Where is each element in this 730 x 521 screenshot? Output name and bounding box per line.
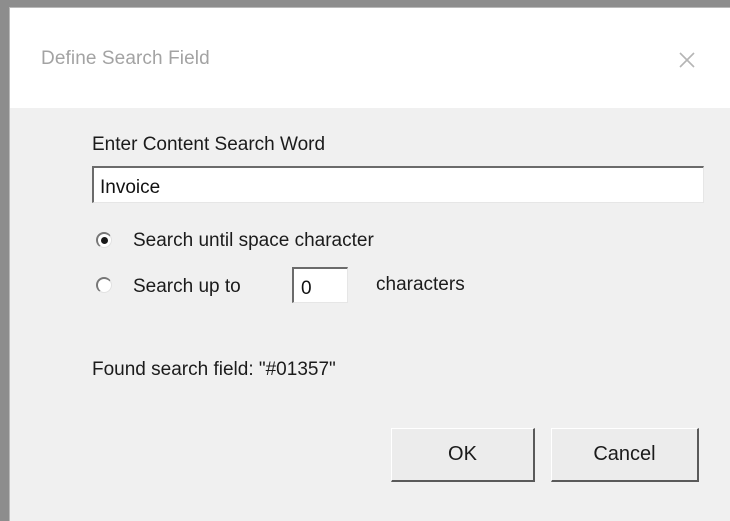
- search-word-input[interactable]: [92, 166, 704, 203]
- found-search-field-text: Found search field: "#01357": [92, 359, 336, 380]
- search-until-space-label[interactable]: Search until space character: [133, 230, 374, 252]
- close-button[interactable]: [670, 42, 704, 76]
- search-until-space-radio[interactable]: [96, 232, 112, 248]
- dialog-title: Define Search Field: [41, 48, 210, 69]
- characters-count-input[interactable]: [292, 267, 348, 303]
- characters-label: characters: [376, 274, 465, 295]
- cancel-button[interactable]: Cancel: [551, 428, 699, 482]
- search-up-to-radio[interactable]: [96, 277, 112, 293]
- radio-selected-dot: [101, 237, 108, 244]
- ok-button[interactable]: OK: [391, 428, 535, 482]
- search-up-to-label[interactable]: Search up to: [133, 276, 241, 298]
- title-bar: Define Search Field: [10, 8, 730, 108]
- close-icon: [679, 52, 695, 68]
- search-word-label: Enter Content Search Word: [92, 134, 326, 155]
- define-search-field-dialog: Define Search Field Enter Content Search…: [9, 7, 730, 521]
